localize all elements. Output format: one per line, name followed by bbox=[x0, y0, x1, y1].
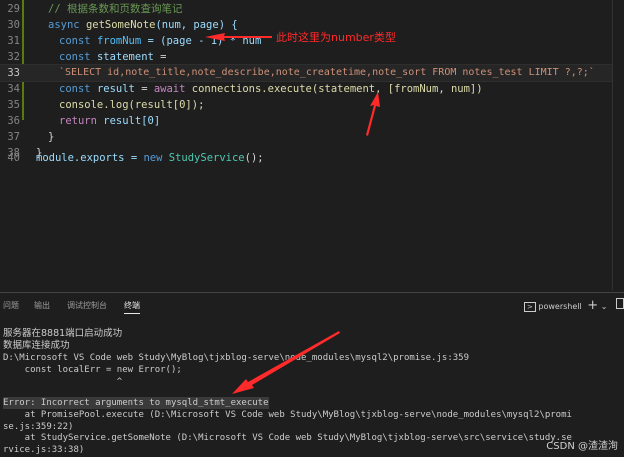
arrow-up-annotation bbox=[366, 92, 380, 136]
arrow-left-annotation bbox=[205, 33, 272, 41]
watermark: CSDN @渣渣洵 bbox=[546, 441, 618, 452]
annotation-arrows bbox=[205, 33, 380, 394]
arrow-error-annotation bbox=[232, 331, 340, 394]
